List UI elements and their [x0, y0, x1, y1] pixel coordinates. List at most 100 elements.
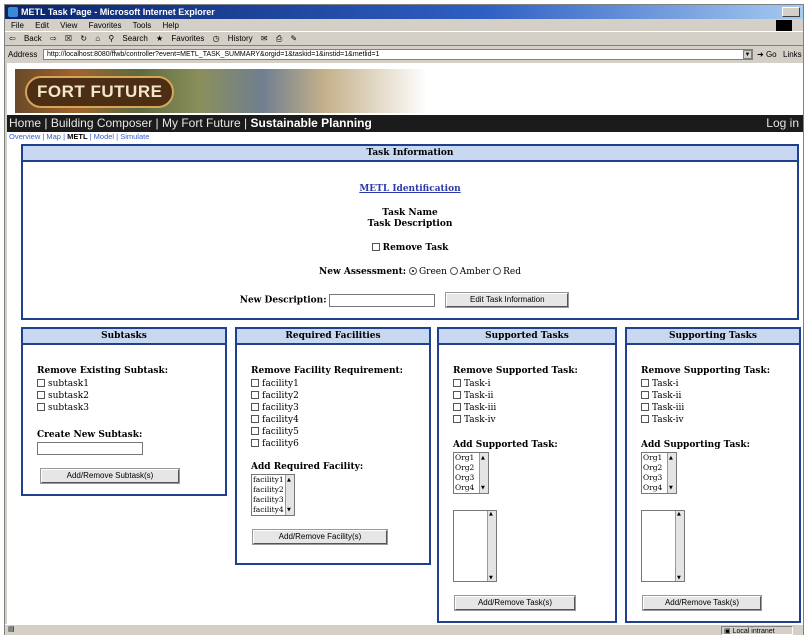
- page-content: FORT FUTURE Home | Building Composer | M…: [7, 63, 803, 624]
- address-label: Address: [8, 50, 38, 59]
- subnav-overview[interactable]: Overview: [9, 132, 40, 141]
- facility4-label: facility4: [262, 415, 299, 425]
- supported-tasks-panel: Supported Tasks Remove Supported Task: T…: [437, 327, 617, 623]
- supporting-task-i-checkbox[interactable]: [641, 379, 649, 387]
- add-remove-subtasks-button[interactable]: Add/Remove Subtask(s): [40, 468, 180, 484]
- nav-sustainable-planning[interactable]: Sustainable Planning: [250, 116, 371, 130]
- menu-help[interactable]: Help: [163, 21, 179, 30]
- nav-building-composer[interactable]: Building Composer: [51, 116, 152, 130]
- mail-icon[interactable]: ✉: [261, 34, 268, 43]
- supporting-task-select[interactable]: [641, 510, 685, 582]
- supported-task-ii-checkbox[interactable]: [453, 391, 461, 399]
- internet-explorer-icon: [8, 7, 18, 17]
- subtask1-label: subtask1: [48, 379, 89, 389]
- browser-window: METL Task Page - Microsoft Internet Expl…: [4, 4, 804, 635]
- assessment-red-radio[interactable]: [493, 267, 502, 275]
- menu-favorites[interactable]: Favorites: [89, 21, 122, 30]
- home-icon[interactable]: ⌂: [95, 34, 100, 43]
- favorites-icon[interactable]: ★: [156, 34, 163, 43]
- remove-supporting-label: Remove Supporting Task:: [641, 366, 771, 376]
- supporting-task-iii-checkbox[interactable]: [641, 403, 649, 411]
- fort-future-logo[interactable]: FORT FUTURE: [25, 76, 175, 108]
- facility5-checkbox[interactable]: [251, 427, 259, 435]
- back-icon[interactable]: ⇦: [9, 34, 16, 43]
- supporting-org-select[interactable]: Org1 Org2 Org3 Org4: [641, 452, 677, 494]
- subtask3-checkbox[interactable]: [37, 403, 45, 411]
- main-nav: Home | Building Composer | My Fort Futur…: [7, 115, 803, 132]
- security-zone-label: Local intranet: [732, 628, 775, 635]
- supported-task-iv-checkbox[interactable]: [453, 415, 461, 423]
- supported-task-iii-checkbox[interactable]: [453, 403, 461, 411]
- new-subtask-input[interactable]: [37, 442, 143, 455]
- title-bar: METL Task Page - Microsoft Internet Expl…: [5, 5, 803, 19]
- facility1-checkbox[interactable]: [251, 379, 259, 387]
- menu-edit[interactable]: Edit: [35, 21, 49, 30]
- facility4-checkbox[interactable]: [251, 415, 259, 423]
- supported-task-i-checkbox[interactable]: [453, 379, 461, 387]
- go-button[interactable]: ➜ Go: [757, 47, 777, 62]
- listbox-scrollbar[interactable]: [675, 511, 684, 581]
- new-description-label: New Description:: [239, 295, 327, 306]
- assessment-amber-radio[interactable]: [449, 267, 458, 275]
- facility6-checkbox[interactable]: [251, 439, 259, 447]
- menu-view[interactable]: View: [60, 21, 77, 30]
- facility3-checkbox[interactable]: [251, 403, 259, 411]
- menu-file[interactable]: File: [11, 21, 24, 30]
- supporting-task-iv-label: Task-iv: [652, 415, 684, 425]
- task-description: Task Description: [367, 219, 453, 229]
- add-remove-supported-tasks-button[interactable]: Add/Remove Task(s): [454, 595, 576, 611]
- metl-identification-link[interactable]: METL Identification: [359, 184, 460, 194]
- window-controls[interactable]: [782, 7, 800, 17]
- status-bar: ▤ ▣ Local intranet: [5, 624, 803, 635]
- assessment-green-radio[interactable]: [408, 267, 417, 275]
- edit-icon[interactable]: ✎: [290, 34, 297, 43]
- stop-icon[interactable]: ☒: [65, 34, 72, 43]
- new-description-input[interactable]: [329, 293, 436, 307]
- login-link[interactable]: Log in: [766, 115, 799, 132]
- nav-my-fort-future[interactable]: My Fort Future: [162, 116, 241, 130]
- facility2-checkbox[interactable]: [251, 391, 259, 399]
- history-icon[interactable]: ◷: [213, 34, 220, 43]
- add-remove-facilities-button[interactable]: Add/Remove Facility(s): [252, 529, 388, 545]
- search-button[interactable]: Search: [122, 34, 147, 43]
- subtask2-checkbox[interactable]: [37, 391, 45, 399]
- add-supported-label: Add Supported Task:: [453, 440, 558, 450]
- listbox-scrollbar[interactable]: [487, 511, 496, 581]
- nav-home[interactable]: Home: [9, 116, 41, 130]
- supporting-task-ii-checkbox[interactable]: [641, 391, 649, 399]
- chevron-down-icon[interactable]: ▼: [743, 50, 752, 59]
- supported-org-select[interactable]: Org1 Org2 Org3 Org4: [453, 452, 489, 494]
- address-input[interactable]: http://localhost:8080/ffwb/controller?ev…: [43, 49, 753, 60]
- edit-task-information-button[interactable]: Edit Task Information: [445, 292, 570, 308]
- refresh-icon[interactable]: ↻: [80, 34, 87, 43]
- facility2-label: facility2: [262, 391, 299, 401]
- add-remove-supporting-tasks-button[interactable]: Add/Remove Task(s): [642, 595, 762, 611]
- page-done-icon: ▤: [8, 626, 15, 633]
- subnav-model[interactable]: Model: [94, 132, 114, 141]
- print-icon[interactable]: ⎙: [276, 34, 282, 43]
- back-button[interactable]: Back: [24, 34, 42, 43]
- menu-tools[interactable]: Tools: [133, 21, 152, 30]
- go-arrow-icon: ➜: [757, 50, 764, 59]
- task-information-panel: Task Information METL Identification Tas…: [21, 144, 799, 320]
- facility-select[interactable]: facility1 facility2 facility3 facility4: [251, 474, 295, 516]
- listbox-scrollbar[interactable]: [479, 453, 488, 493]
- remove-task-checkbox[interactable]: [371, 243, 380, 251]
- supporting-task-iv-checkbox[interactable]: [641, 415, 649, 423]
- links-button[interactable]: Links: [783, 47, 802, 62]
- supported-task-ii-label: Task-ii: [464, 391, 494, 401]
- search-icon[interactable]: ⚲: [108, 34, 114, 43]
- subnav-simulate[interactable]: Simulate: [120, 132, 149, 141]
- subnav-map[interactable]: Map: [46, 132, 61, 141]
- favorites-button[interactable]: Favorites: [171, 34, 204, 43]
- forward-icon[interactable]: ⇨: [50, 34, 57, 43]
- subnav-metl[interactable]: METL: [67, 132, 87, 141]
- supported-task-iii-label: Task-iii: [464, 403, 497, 413]
- history-button[interactable]: History: [228, 34, 253, 43]
- subtask1-checkbox[interactable]: [37, 379, 45, 387]
- supported-task-iv-label: Task-iv: [464, 415, 496, 425]
- listbox-scrollbar[interactable]: [667, 453, 676, 493]
- supported-task-select[interactable]: [453, 510, 497, 582]
- listbox-scrollbar[interactable]: [285, 475, 294, 515]
- remove-supported-label: Remove Supported Task:: [453, 366, 578, 376]
